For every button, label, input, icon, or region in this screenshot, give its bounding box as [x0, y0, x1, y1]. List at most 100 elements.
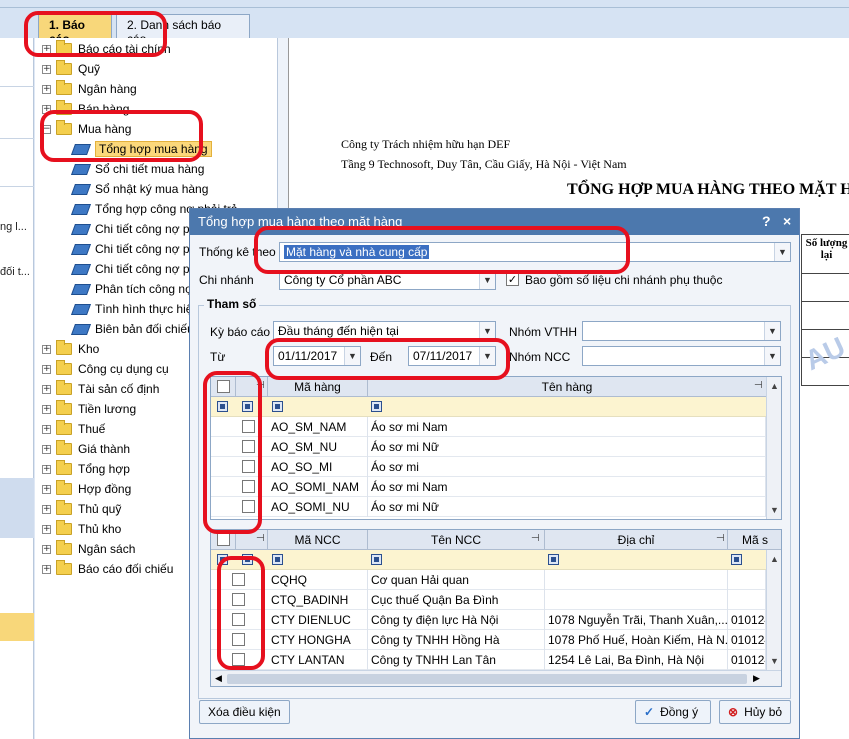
- expand-icon[interactable]: +: [42, 64, 51, 74]
- folder-icon: [56, 340, 72, 355]
- supplier-scrollbar[interactable]: ▲ ▼: [766, 550, 781, 671]
- pin-icon[interactable]: ⊣: [716, 533, 725, 544]
- tree-item[interactable]: + Thủ kho: [42, 519, 121, 539]
- report-icon: [70, 243, 92, 255]
- expand-icon[interactable]: +: [42, 384, 51, 394]
- supplier-header-tax[interactable]: Mã s: [728, 530, 781, 550]
- chevron-down-icon[interactable]: ▼: [774, 243, 790, 261]
- filter-icon[interactable]: [371, 401, 382, 412]
- close-icon[interactable]: ×: [783, 213, 791, 229]
- expand-icon[interactable]: +: [42, 344, 51, 354]
- supplier-header-code[interactable]: Mã NCC: [268, 530, 368, 550]
- table-row[interactable]: AO_SOMI_NAM Áo sơ mi Nam: [211, 477, 766, 497]
- folder-icon: [56, 440, 72, 455]
- items-header-name[interactable]: Tên hàng: [368, 377, 767, 397]
- tree-item[interactable]: Phân tích công nợ: [70, 279, 193, 299]
- expand-icon[interactable]: +: [42, 504, 51, 514]
- table-row[interactable]: CTY LANTAN Công ty TNHH Lan Tân 1254 Lê La…: [211, 650, 766, 670]
- tree-item[interactable]: Sổ nhật ký mua hàng: [70, 179, 208, 199]
- items-grid-header: ⊣ Mã hàng Tên hàng ⊣: [211, 377, 781, 397]
- table-row[interactable]: AO_SM_NAM Áo sơ mi Nam: [211, 417, 766, 437]
- tree-item[interactable]: + Thuế: [42, 419, 105, 439]
- scroll-up-icon[interactable]: ▲: [770, 554, 779, 564]
- supplier-header-name[interactable]: Tên NCC: [368, 530, 545, 550]
- pin-icon[interactable]: ⊣: [531, 533, 540, 544]
- tree-item[interactable]: + Hợp đồng: [42, 479, 131, 499]
- help-icon[interactable]: ?: [762, 213, 771, 229]
- scroll-down-icon[interactable]: ▼: [770, 656, 779, 666]
- table-row[interactable]: AO_SOMI_NU Áo sơ mi Nữ: [211, 497, 766, 517]
- pin-icon[interactable]: ⊣: [754, 380, 763, 391]
- tree-item[interactable]: Biên bản đối chiếu: [70, 319, 194, 339]
- left-strip-selected[interactable]: [0, 613, 34, 641]
- table-row[interactable]: CTQ_BADINH Cục thuế Quận Ba Đình: [211, 590, 766, 610]
- report-company: Công ty Trách nhiệm hữu hạn DEF: [341, 137, 511, 151]
- nhom-ncc-label: Nhóm NCC: [509, 350, 571, 364]
- filter-icon[interactable]: [272, 401, 283, 412]
- expand-icon[interactable]: +: [42, 464, 51, 474]
- expand-icon[interactable]: +: [42, 84, 51, 94]
- tree-item[interactable]: + Quỹ: [42, 59, 100, 79]
- tree-item[interactable]: + Công cụ dụng cụ: [42, 359, 169, 379]
- tree-item[interactable]: Sổ chi tiết mua hàng: [70, 159, 204, 179]
- supplier-hscrollbar[interactable]: ◀ ▶: [211, 670, 781, 686]
- tree-item[interactable]: + Tiền lương: [42, 399, 136, 419]
- scroll-left-icon[interactable]: ◀: [215, 673, 222, 684]
- folder-icon: [56, 60, 72, 75]
- tree-item[interactable]: + Ngân hàng: [42, 79, 137, 99]
- supplier-filter-row[interactable]: [211, 550, 767, 570]
- table-row[interactable]: AO_SO_MI Áo sơ mi: [211, 457, 766, 477]
- expand-icon[interactable]: +: [42, 444, 51, 454]
- cancel-button[interactable]: ⊗ Hủy bỏ: [719, 700, 791, 724]
- folder-icon: [56, 460, 72, 475]
- supplier-header-address[interactable]: Địa chỉ: [545, 530, 728, 550]
- table-row[interactable]: CTY HONGHA Công ty TNHH Hồng Hà 1078 Phố H…: [211, 630, 766, 650]
- expand-icon[interactable]: +: [42, 404, 51, 414]
- expand-icon[interactable]: +: [42, 564, 51, 574]
- tree-item[interactable]: + Tổng hợp: [42, 459, 130, 479]
- table-row[interactable]: CTY DIENLUC Công ty điện lực Hà Nội 1078 N…: [211, 610, 766, 630]
- tree-item[interactable]: + Kho: [42, 339, 99, 359]
- chevron-down-icon[interactable]: ▼: [764, 322, 780, 340]
- items-filter-row[interactable]: [211, 397, 767, 417]
- annotation-mark: [203, 371, 262, 534]
- ok-button[interactable]: ✓ Đồng ý: [635, 700, 711, 724]
- scroll-right-icon[interactable]: ▶: [753, 673, 760, 684]
- item-name: Áo sơ mi Nam: [368, 417, 766, 437]
- nhom-ncc-select[interactable]: ▼: [582, 346, 781, 366]
- expand-icon[interactable]: +: [42, 484, 51, 494]
- item-code: AO_SOMI_NU: [268, 497, 368, 517]
- expand-icon[interactable]: +: [42, 424, 51, 434]
- tree-item[interactable]: Tình hình thực hiện: [70, 299, 199, 319]
- expand-icon[interactable]: +: [42, 544, 51, 554]
- items-scrollbar[interactable]: ▲ ▼: [766, 377, 781, 519]
- report-parameter-dialog: Tổng hợp mua hàng theo mặt hàng ? × Thốn…: [189, 208, 800, 739]
- filter-icon[interactable]: [272, 554, 283, 565]
- tree-item[interactable]: + Tài sản cố định: [42, 379, 159, 399]
- filter-icon[interactable]: [371, 554, 382, 565]
- tree-item[interactable]: + Thủ quỹ: [42, 499, 121, 519]
- tree-item-label: Hợp đồng: [78, 482, 132, 496]
- cancel-icon: ⊗: [728, 705, 739, 719]
- scroll-thumb[interactable]: [227, 674, 747, 684]
- table-row[interactable]: AO_SM_NU Áo sơ mi Nữ: [211, 437, 766, 457]
- filter-icon[interactable]: [731, 554, 742, 565]
- items-header-code[interactable]: Mã hàng: [268, 377, 368, 397]
- left-nav-strip: ng l... đối t...: [0, 38, 34, 739]
- table-row[interactable]: CQHQ Cơ quan Hải quan: [211, 570, 766, 590]
- folder-icon: [56, 500, 72, 515]
- supplier-address: [545, 570, 728, 590]
- chevron-down-icon[interactable]: ▼: [764, 347, 780, 365]
- nhom-vthh-select[interactable]: ▼: [582, 321, 781, 341]
- scroll-down-icon[interactable]: ▼: [770, 505, 779, 515]
- tree-item[interactable]: + Báo cáo đối chiếu: [42, 559, 173, 579]
- tree-item[interactable]: + Ngân sách: [42, 539, 135, 559]
- expand-icon[interactable]: +: [42, 364, 51, 374]
- expand-icon[interactable]: +: [42, 524, 51, 534]
- tree-item[interactable]: + Giá thành: [42, 439, 130, 459]
- annotation-mark: [24, 11, 167, 57]
- scroll-up-icon[interactable]: ▲: [770, 381, 779, 391]
- filter-icon[interactable]: [548, 554, 559, 565]
- include-branch-checkbox[interactable]: ✓: [506, 273, 519, 286]
- clear-conditions-button[interactable]: Xóa điều kiện: [199, 700, 290, 724]
